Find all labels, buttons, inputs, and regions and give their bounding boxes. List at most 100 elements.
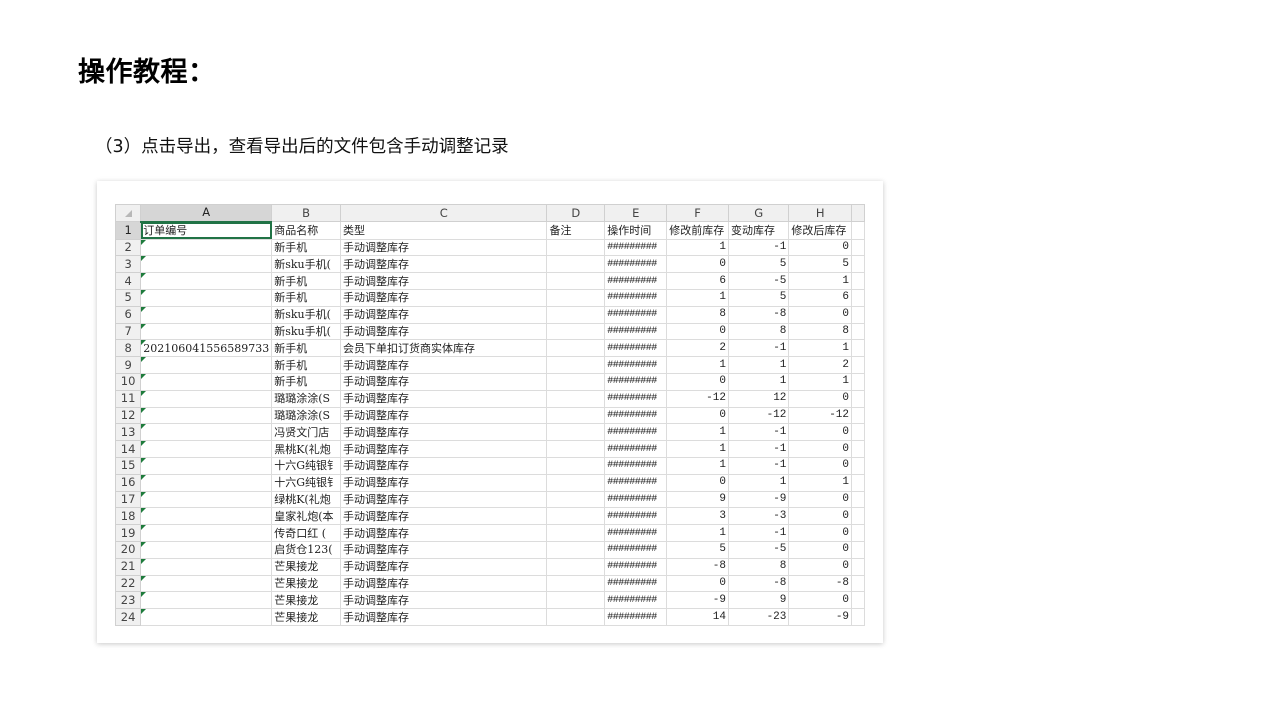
cell-i[interactable] bbox=[851, 524, 865, 542]
cell-e[interactable]: ######### bbox=[604, 473, 668, 492]
cell-f[interactable]: 0 bbox=[666, 406, 729, 425]
cell-f[interactable]: 0 bbox=[666, 372, 729, 391]
cell-c[interactable]: 手动调整库存 bbox=[339, 372, 548, 391]
cell-e[interactable]: ######### bbox=[604, 255, 668, 274]
cell-h[interactable]: 0 bbox=[788, 440, 853, 458]
cell-d[interactable] bbox=[546, 456, 606, 475]
cell-e[interactable]: ######### bbox=[604, 272, 668, 290]
row-number[interactable]: 7 bbox=[115, 322, 142, 341]
cell-h[interactable]: 8 bbox=[788, 322, 853, 341]
cell-f[interactable]: 0 bbox=[666, 473, 729, 492]
cell-c[interactable]: 会员下单扣订货商实体库存 bbox=[339, 339, 548, 358]
column-header-c[interactable]: C bbox=[339, 204, 548, 223]
row-number[interactable]: 9 bbox=[115, 356, 142, 374]
cell-a[interactable] bbox=[140, 389, 273, 408]
cell-b[interactable]: 新sku手机( bbox=[271, 305, 341, 324]
cell-i[interactable] bbox=[851, 238, 865, 257]
cell-b1[interactable]: 商品名称 bbox=[271, 221, 341, 240]
row-number[interactable]: 12 bbox=[115, 406, 142, 425]
column-header-e[interactable]: E bbox=[604, 204, 668, 223]
cell-i[interactable] bbox=[851, 608, 865, 626]
cell-c[interactable]: 手动调整库存 bbox=[339, 456, 548, 475]
cell-g[interactable]: -1 bbox=[727, 339, 790, 358]
cell-b[interactable]: 芒果接龙 bbox=[271, 608, 341, 626]
cell-c[interactable]: 手动调整库存 bbox=[339, 591, 548, 610]
cell-c[interactable]: 手动调整库存 bbox=[339, 440, 548, 458]
cell-g[interactable]: -3 bbox=[727, 507, 790, 526]
cell-f[interactable]: 0 bbox=[666, 255, 729, 274]
row-number[interactable]: 22 bbox=[115, 574, 142, 593]
cell-f[interactable]: 1 bbox=[666, 288, 729, 307]
cell-e[interactable]: ######### bbox=[604, 591, 668, 610]
cell-f[interactable]: 9 bbox=[666, 490, 729, 509]
row-number[interactable]: 5 bbox=[115, 288, 142, 307]
column-header-f[interactable]: F bbox=[666, 204, 729, 223]
cell-c[interactable]: 手动调整库存 bbox=[339, 356, 548, 374]
cell-d[interactable] bbox=[546, 574, 606, 593]
cell-b[interactable]: 启货仓123( bbox=[271, 540, 341, 559]
cell-f[interactable]: 8 bbox=[666, 305, 729, 324]
cell-e[interactable]: ######### bbox=[604, 423, 668, 442]
cell-i[interactable] bbox=[851, 339, 865, 358]
row-number[interactable]: 14 bbox=[115, 440, 142, 458]
cell-i[interactable] bbox=[851, 507, 865, 526]
cell-i[interactable] bbox=[851, 356, 865, 374]
cell-i[interactable] bbox=[851, 372, 865, 391]
cell-a[interactable] bbox=[140, 456, 273, 475]
row-number[interactable]: 6 bbox=[115, 305, 142, 324]
cell-c[interactable]: 手动调整库存 bbox=[339, 557, 548, 576]
cell-b[interactable]: 黑桃K(礼炮 bbox=[271, 440, 341, 458]
cell-i[interactable] bbox=[851, 456, 865, 475]
cell-b[interactable]: 新手机 bbox=[271, 238, 341, 257]
cell-g[interactable]: -1 bbox=[727, 238, 790, 257]
cell-h[interactable]: 2 bbox=[788, 356, 853, 374]
cell-g[interactable]: -5 bbox=[727, 540, 790, 559]
cell-c[interactable]: 手动调整库存 bbox=[339, 574, 548, 593]
row-number[interactable]: 16 bbox=[115, 473, 142, 492]
cell-e[interactable]: ######### bbox=[604, 372, 668, 391]
cell-d[interactable] bbox=[546, 322, 606, 341]
cell-a[interactable] bbox=[140, 356, 273, 374]
cell-g[interactable]: -12 bbox=[727, 406, 790, 425]
cell-g[interactable]: 1 bbox=[727, 356, 790, 374]
row-number[interactable]: 2 bbox=[115, 238, 142, 257]
row-number[interactable]: 17 bbox=[115, 490, 142, 509]
select-all-corner[interactable] bbox=[115, 204, 142, 223]
cell-g[interactable]: -1 bbox=[727, 423, 790, 442]
cell-i[interactable] bbox=[851, 591, 865, 610]
cell-a[interactable] bbox=[140, 574, 273, 593]
cell-e[interactable]: ######### bbox=[604, 524, 668, 542]
cell-g[interactable]: -8 bbox=[727, 574, 790, 593]
cell-e[interactable]: ######### bbox=[604, 456, 668, 475]
row-number[interactable]: 18 bbox=[115, 507, 142, 526]
cell-e[interactable]: ######### bbox=[604, 507, 668, 526]
row-number[interactable]: 1 bbox=[115, 221, 142, 240]
cell-h1[interactable]: 修改后库存 bbox=[788, 221, 853, 240]
cell-d[interactable] bbox=[546, 440, 606, 458]
cell-d[interactable] bbox=[546, 272, 606, 290]
cell-g[interactable]: -1 bbox=[727, 440, 790, 458]
cell-i[interactable] bbox=[851, 305, 865, 324]
cell-a[interactable] bbox=[140, 406, 273, 425]
cell-b[interactable]: 璐璐涂涂(S bbox=[271, 389, 341, 408]
cell-h[interactable]: -9 bbox=[788, 608, 853, 626]
cell-d[interactable] bbox=[546, 255, 606, 274]
cell-c[interactable]: 手动调整库存 bbox=[339, 255, 548, 274]
cell-h[interactable]: 1 bbox=[788, 272, 853, 290]
cell-g[interactable]: -5 bbox=[727, 272, 790, 290]
cell-i[interactable] bbox=[851, 272, 865, 290]
cell-a[interactable] bbox=[140, 473, 273, 492]
cell-b[interactable]: 十六G纯银钅 bbox=[271, 473, 341, 492]
cell-b[interactable]: 冯贤文门店 bbox=[271, 423, 341, 442]
cell-f1[interactable]: 修改前库存 bbox=[666, 221, 729, 240]
column-header-i[interactable] bbox=[851, 204, 865, 223]
cell-f[interactable]: -12 bbox=[666, 389, 729, 408]
cell-a[interactable] bbox=[140, 591, 273, 610]
cell-f[interactable]: 6 bbox=[666, 272, 729, 290]
cell-c[interactable]: 手动调整库存 bbox=[339, 406, 548, 425]
cell-h[interactable]: -12 bbox=[788, 406, 853, 425]
cell-e[interactable]: ######### bbox=[604, 440, 668, 458]
cell-d[interactable] bbox=[546, 305, 606, 324]
cell-e1[interactable]: 操作时间 bbox=[604, 221, 668, 240]
cell-f[interactable]: -9 bbox=[666, 591, 729, 610]
